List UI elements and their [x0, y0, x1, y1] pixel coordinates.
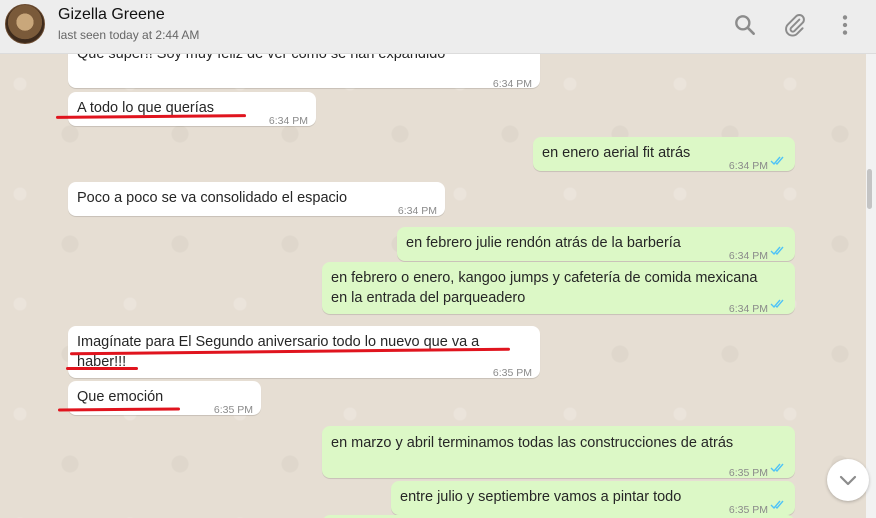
message-outgoing[interactable]: en marzo y abril terminamos todas las co…: [322, 426, 795, 479]
scrollbar[interactable]: [866, 54, 876, 518]
chat-messages-area[interactable]: Que súper!! Soy muy feliz de ver cómo se…: [0, 54, 866, 518]
message-outgoing[interactable]: en febrero julie rendón atrás de la barb…: [397, 227, 795, 262]
read-receipt-icon: [770, 463, 784, 473]
message-text: en febrero o enero, kangoo jumps y cafet…: [331, 270, 758, 286]
read-receipt-icon: [770, 156, 784, 166]
read-receipt-icon: [770, 299, 784, 309]
message-text: en marzo y abril terminamos todas las co…: [331, 435, 734, 451]
message-outgoing[interactable]: en febrero o enero, kangoo jumps y cafet…: [322, 262, 795, 315]
read-receipt-icon: [770, 246, 784, 256]
message-text: en enero aerial fit atrás: [542, 145, 691, 161]
read-receipt-icon: [770, 500, 784, 510]
message-text: Que emoción: [77, 389, 164, 405]
message-time: 6:34 PM: [728, 303, 768, 315]
message-incoming[interactable]: Que súper!! Soy muy feliz de ver cómo se…: [68, 54, 540, 90]
message-time: 6:35 PM: [492, 367, 532, 379]
scrollbar-thumb[interactable]: [867, 169, 872, 209]
message-text: en febrero julie rendón atrás de la barb…: [406, 235, 681, 251]
message-text: Que súper!! Soy muy feliz de ver cómo se…: [77, 54, 446, 62]
attach-icon[interactable]: [782, 12, 808, 38]
last-seen-status: last seen today at 2:44 AM: [58, 28, 200, 42]
scroll-down-button[interactable]: [827, 459, 869, 501]
contact-name[interactable]: Gizella Greene: [58, 6, 165, 24]
message-text: entre julio y septiembre vamos a pintar …: [400, 489, 682, 505]
message-incoming[interactable]: Poco a poco se va consolidado el espacio…: [68, 182, 445, 217]
menu-icon[interactable]: [832, 12, 858, 38]
chevron-down-icon: [839, 475, 857, 486]
message-time: 6:35 PM: [213, 404, 253, 416]
message-incoming[interactable]: A todo lo que querías 6:34 PM: [68, 92, 316, 127]
message-time: 6:34 PM: [397, 205, 437, 217]
annotation-underline: [66, 367, 138, 370]
message-text: Poco a poco se va consolidado el espacio: [77, 190, 348, 206]
message-outgoing[interactable]: entre julio y septiembre vamos a pintar …: [391, 481, 795, 516]
message-time: 6:34 PM: [728, 160, 768, 172]
message-text-line2: en la entrada del parqueadero: [331, 290, 526, 306]
message-time: 6:34 PM: [492, 78, 532, 90]
message-time: 6:34 PM: [268, 115, 308, 127]
message-outgoing[interactable]: en enero aerial fit atrás 6:34 PM: [533, 137, 795, 172]
chat-header: Gizella Greene last seen today at 2:44 A…: [0, 0, 876, 54]
contact-avatar[interactable]: [5, 4, 45, 44]
search-icon[interactable]: [732, 12, 758, 38]
